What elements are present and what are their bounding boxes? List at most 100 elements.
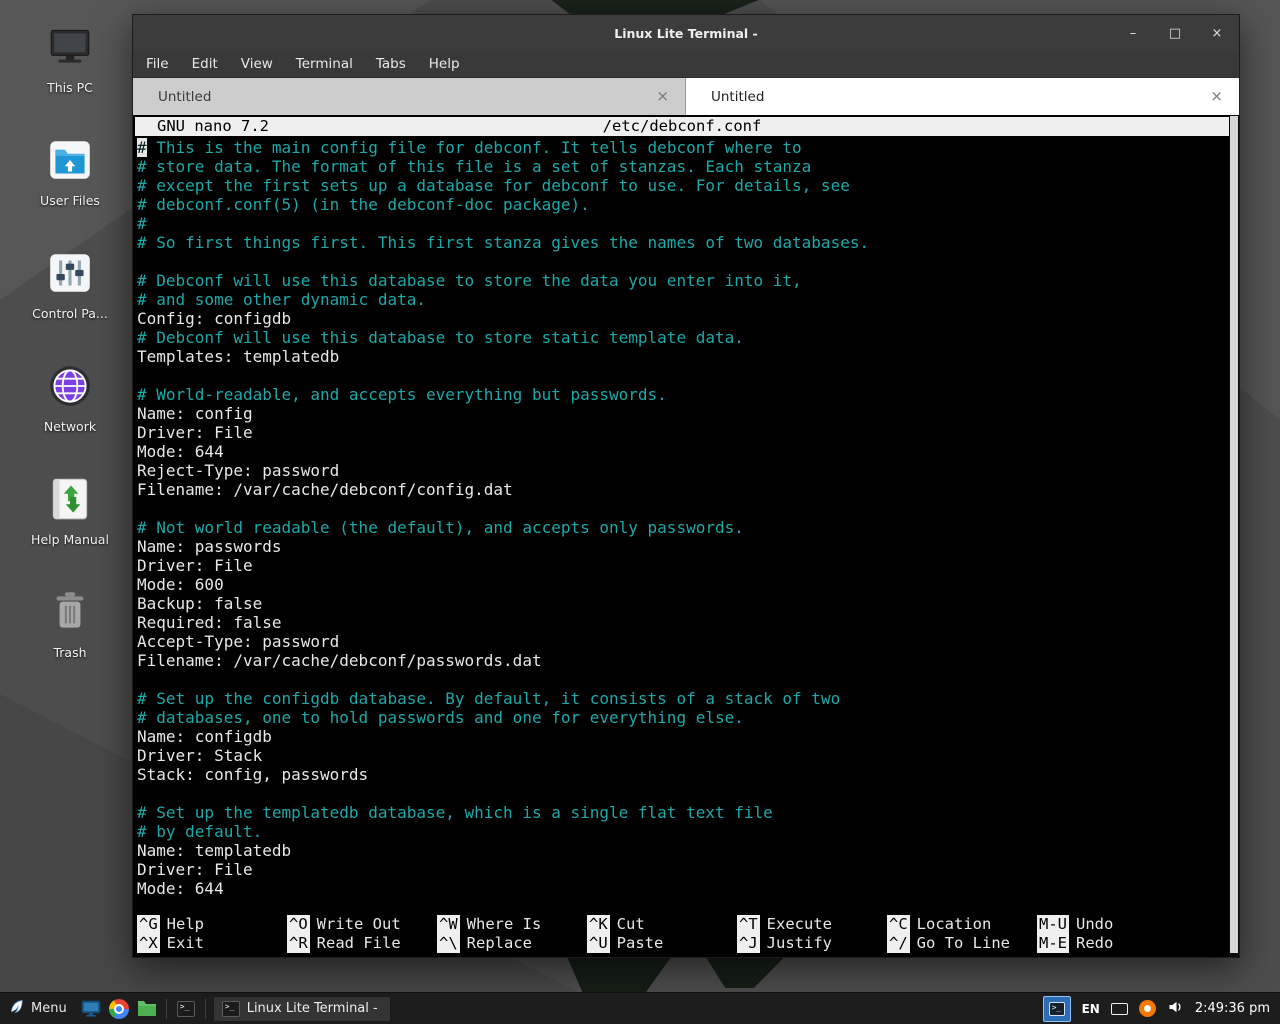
text-cursor: # [137, 138, 147, 157]
editor-line: Name: templatedb [137, 841, 1239, 860]
editor-line: Config: configdb [137, 309, 1239, 328]
editor-line: Mode: 600 [137, 575, 1239, 594]
nano-shortcut: ^WWhere Is [437, 915, 587, 934]
nano-shortcut: ^\Replace [437, 934, 587, 953]
editor-line: Stack: config, passwords [137, 765, 1239, 784]
desktop-icon-label: Network [44, 419, 96, 434]
nano-shortcut: ^XExit [137, 934, 287, 953]
editor-line: # Debconf will use this database to stor… [137, 271, 1239, 290]
tab-close-icon[interactable]: × [656, 89, 669, 104]
scrollbar[interactable] [1229, 115, 1239, 957]
editor-line: # World-readable, and accepts everything… [137, 385, 1239, 404]
taskbar-separator [166, 999, 167, 1019]
editor-line: Name: config [137, 404, 1239, 423]
nano-shortcut: ^TExecute [737, 915, 887, 934]
nano-shortcut: M-ERedo [1037, 934, 1227, 953]
menu-button-label: Menu [31, 1001, 67, 1016]
file-manager-launcher-icon[interactable] [133, 995, 161, 1023]
editor-line: Filename: /var/cache/debconf/passwords.d… [137, 651, 1239, 670]
editor-line: # Set up the templatedb database, which … [137, 803, 1239, 822]
taskbar-window-button-label: Linux Lite Terminal - [247, 1001, 378, 1016]
editor-line: Driver: Stack [137, 746, 1239, 765]
updates-tray-icon[interactable] [1139, 1000, 1156, 1017]
terminal-screen[interactable]: GNU nano 7.2 /etc/debconf.conf # This is… [133, 115, 1239, 957]
desktop-icon-label: Trash [53, 645, 86, 660]
menu-tabs[interactable]: Tabs [376, 56, 406, 72]
shortcut-row: ^XExit^RRead File^\Replace^UPaste^JJusti… [137, 934, 1227, 953]
editor-line: Mode: 644 [137, 879, 1239, 898]
network-globe-icon [45, 361, 95, 411]
menu-help[interactable]: Help [429, 56, 460, 72]
taskbar-window-button[interactable]: >_ Linux Lite Terminal - [213, 996, 391, 1022]
system-tray: >_ EN 2:49:36 pm [1043, 996, 1280, 1022]
nano-shortcut: ^CLocation [887, 915, 1037, 934]
menu-terminal[interactable]: Terminal [296, 56, 353, 72]
nano-shortcut: ^JJustify [737, 934, 887, 953]
editor-lines[interactable]: # This is the main config file for debco… [133, 136, 1239, 898]
linux-lite-wallpaper-feather [548, 958, 793, 992]
tab-untitled-1[interactable]: Untitled × [133, 78, 686, 115]
editor-line: # Set up the configdb database. By defau… [137, 689, 1239, 708]
menubar: File Edit View Terminal Tabs Help [133, 51, 1239, 78]
editor-line [137, 499, 1239, 518]
editor-line: # Debconf will use this database to stor… [137, 328, 1239, 347]
scrollbar-thumb[interactable] [1230, 116, 1238, 953]
nano-filename: /etc/debconf.conf [603, 117, 762, 136]
shortcut-row: ^GHelp^OWrite Out^WWhere Is^KCut^TExecut… [137, 915, 1227, 934]
keyboard-language-indicator[interactable]: EN [1082, 1002, 1100, 1016]
desktop-icon-user-files[interactable]: User Files [22, 135, 118, 208]
tab-close-icon[interactable]: × [1210, 89, 1223, 104]
nano-shortcut: ^OWrite Out [287, 915, 437, 934]
linux-lite-logo-icon [8, 998, 25, 1019]
titlebar[interactable]: Linux Lite Terminal - – □ × [133, 15, 1239, 51]
taskbar-separator [205, 999, 206, 1019]
editor-line: # and some other dynamic data. [137, 290, 1239, 309]
menu-view[interactable]: View [241, 56, 273, 72]
tab-untitled-2[interactable]: Untitled × [686, 78, 1239, 115]
desktop-icon-label: Control Pa... [32, 306, 108, 321]
tab-bar: Untitled × Untitled × [133, 78, 1239, 115]
editor-line: # store data. The format of this file is… [137, 157, 1239, 176]
tab-label: Untitled [158, 89, 211, 105]
computer-icon [45, 22, 95, 72]
window-title: Linux Lite Terminal - [614, 26, 758, 41]
desktop-icon-trash[interactable]: Trash [22, 587, 118, 660]
editor-line: # by default. [137, 822, 1239, 841]
desktop-launcher-icon[interactable] [77, 995, 105, 1023]
nano-titlebar: GNU nano 7.2 /etc/debconf.conf [135, 117, 1229, 136]
minimize-icon[interactable]: – [1125, 27, 1141, 40]
terminal-launcher-icon[interactable]: >_ [172, 995, 200, 1023]
terminal-tray-icon[interactable]: >_ [1043, 996, 1071, 1022]
nano-shortcut: ^GHelp [137, 915, 287, 934]
editor-line [137, 252, 1239, 271]
taskbar: Menu >_ >_ Linux Lite Terminal - >_ EN 2… [0, 992, 1280, 1024]
editor-line: # databases, one to hold passwords and o… [137, 708, 1239, 727]
editor-line: Driver: File [137, 556, 1239, 575]
maximize-icon[interactable]: □ [1167, 27, 1183, 40]
window-controls: – □ × [1125, 15, 1225, 51]
editor-line: Name: configdb [137, 727, 1239, 746]
keyboard-icon[interactable] [1111, 1003, 1128, 1015]
terminal-window: Linux Lite Terminal - – □ × File Edit Vi… [132, 14, 1240, 958]
menu-button[interactable]: Menu [0, 993, 77, 1024]
desktop-icon-control-panel[interactable]: Control Pa... [22, 248, 118, 321]
editor-line: # debconf.conf(5) (in the debconf-doc pa… [137, 195, 1239, 214]
volume-icon[interactable] [1167, 999, 1184, 1019]
desktop-icon-network[interactable]: Network [22, 361, 118, 434]
editor-line: Mode: 644 [137, 442, 1239, 461]
chrome-launcher-icon[interactable] [105, 995, 133, 1023]
editor-line: Name: passwords [137, 537, 1239, 556]
editor-line: Driver: File [137, 860, 1239, 879]
close-icon[interactable]: × [1209, 27, 1225, 40]
desktop-icon-label: User Files [40, 193, 100, 208]
nano-shortcut-bar: ^GHelp^OWrite Out^WWhere Is^KCut^TExecut… [137, 915, 1227, 953]
clock[interactable]: 2:49:36 pm [1195, 1001, 1270, 1016]
menu-file[interactable]: File [146, 56, 169, 72]
desktop-icon-this-pc[interactable]: This PC [22, 22, 118, 95]
nano-shortcut: ^KCut [587, 915, 737, 934]
menu-edit[interactable]: Edit [192, 56, 218, 72]
tab-label: Untitled [711, 89, 764, 105]
nano-shortcut: ^UPaste [587, 934, 737, 953]
desktop-icon-help-manual[interactable]: Help Manual [22, 474, 118, 547]
control-panel-icon [45, 248, 95, 298]
